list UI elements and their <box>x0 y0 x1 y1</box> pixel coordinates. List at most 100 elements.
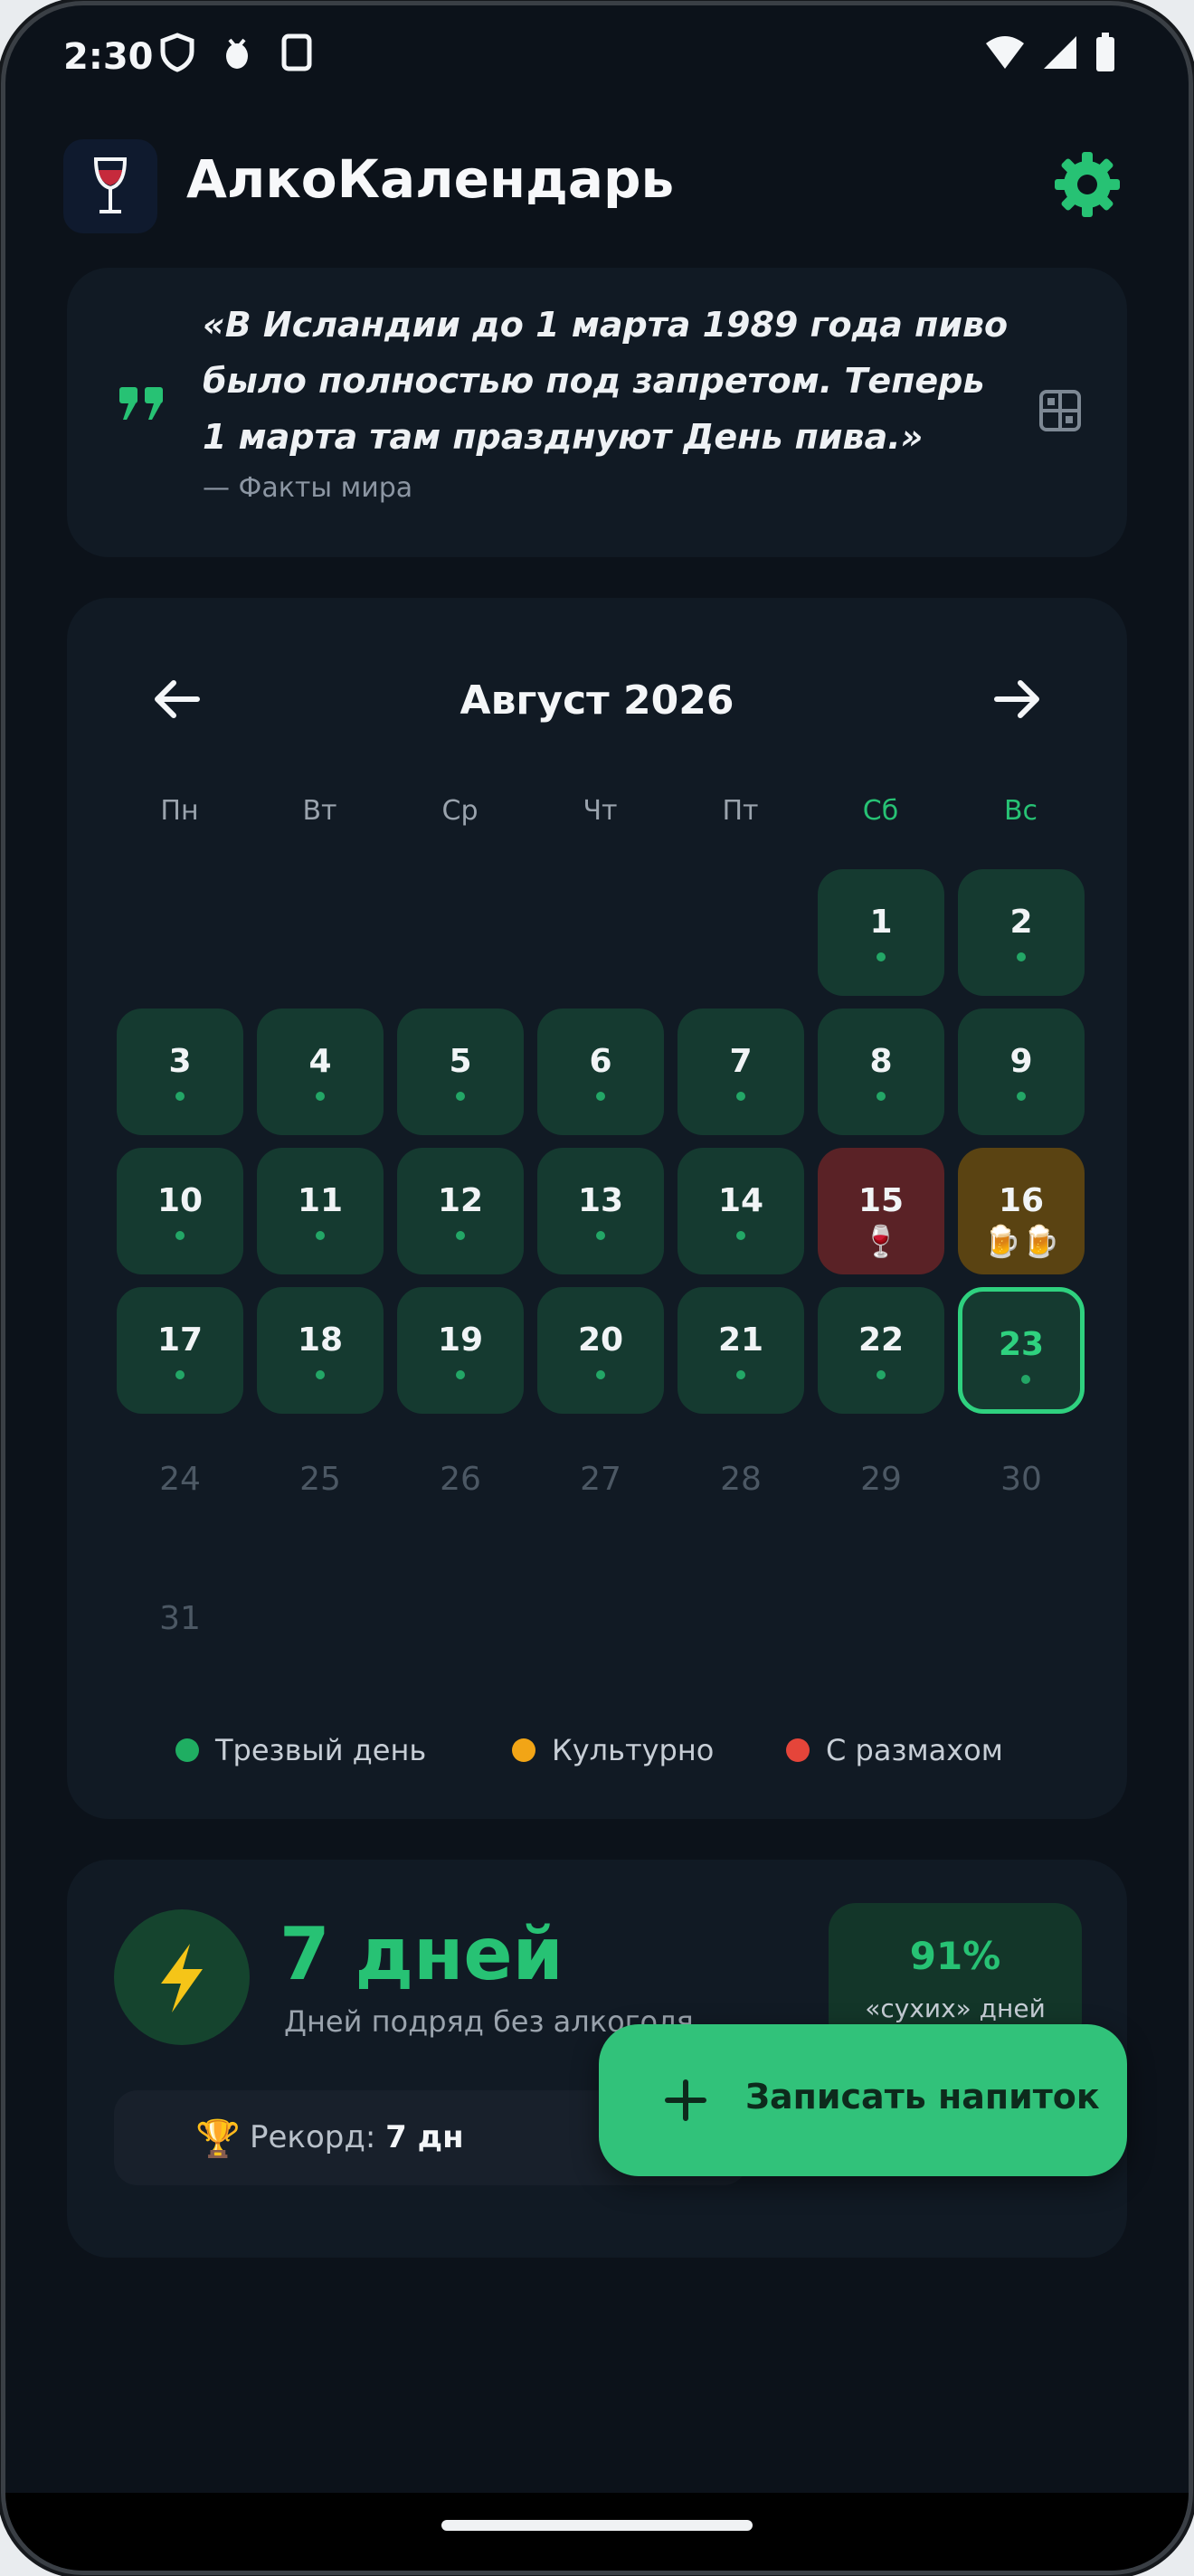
day-dot <box>877 1370 886 1379</box>
quote-mark-icon <box>119 387 163 420</box>
dry-days-percent: 91% <box>909 1934 1001 1978</box>
calendar-day[interactable]: 26 <box>397 1426 524 1553</box>
legend-dot <box>512 1738 535 1762</box>
day-number: 12 <box>437 1182 484 1219</box>
day-number: 5 <box>449 1043 472 1080</box>
settings-gear-icon[interactable] <box>1049 147 1125 223</box>
day-dot <box>316 1092 325 1101</box>
wifi-icon <box>986 36 1024 69</box>
grid-icon[interactable] <box>1038 389 1082 432</box>
calendar-day[interactable]: 9 <box>958 1009 1085 1135</box>
calendar-day[interactable]: 21 <box>678 1287 804 1414</box>
day-number: 25 <box>299 1461 341 1498</box>
day-number: 27 <box>580 1461 621 1498</box>
day-number: 13 <box>577 1182 624 1219</box>
dry-days-label: «сухих» дней <box>865 1994 1046 2023</box>
calendar-day[interactable]: 22 <box>818 1287 944 1414</box>
shield-icon <box>160 33 194 72</box>
day-dot <box>1017 952 1026 961</box>
legend-item-sober: Трезвый день <box>175 1733 426 1767</box>
weekday-label: Ср <box>441 795 479 827</box>
calendar-day[interactable]: 24 <box>117 1426 243 1553</box>
day-dot <box>456 1092 465 1101</box>
calendar-day[interactable]: 18 <box>257 1287 384 1414</box>
legend-dot <box>175 1738 199 1762</box>
add-drink-label: Записать напиток <box>745 2077 1100 2117</box>
day-dot <box>175 1231 185 1240</box>
navigation-bar <box>5 2493 1189 2571</box>
day-number: 4 <box>308 1043 332 1080</box>
day-dot <box>736 1092 745 1101</box>
day-number: 1 <box>869 904 893 941</box>
calendar-day[interactable]: 5 <box>397 1009 524 1135</box>
signal-icon <box>1044 36 1076 69</box>
calendar-day[interactable]: 14 <box>678 1148 804 1274</box>
day-number: 14 <box>717 1182 764 1219</box>
app-bar: АлкоКалендарь <box>5 123 1189 250</box>
streak-value: 7 дней <box>280 1912 564 1996</box>
day-number: 20 <box>577 1321 624 1359</box>
record-value: 7 дн <box>385 2119 464 2155</box>
quote-source: — Факты мира <box>203 472 413 504</box>
lightning-bolt-icon <box>161 1944 203 2012</box>
day-number: 30 <box>1000 1461 1042 1498</box>
day-dot <box>456 1370 465 1379</box>
calendar-day[interactable]: 17 <box>117 1287 243 1414</box>
calendar-day[interactable]: 27 <box>537 1426 664 1553</box>
calendar-day[interactable]: 16 🍺🍺 <box>958 1148 1085 1274</box>
day-number: 17 <box>156 1321 204 1359</box>
day-dot <box>877 952 886 961</box>
bug-icon <box>226 38 248 69</box>
status-notification-icons <box>159 33 315 72</box>
drink-emoji: 🍷 <box>861 1224 901 1260</box>
calendar-day[interactable]: 4 <box>257 1009 384 1135</box>
calendar-legend: Трезвый день Культурно С размахом <box>67 1733 1127 1778</box>
calendar-day[interactable]: 20 <box>537 1287 664 1414</box>
day-dot <box>736 1370 745 1379</box>
calendar-day[interactable]: 19 <box>397 1287 524 1414</box>
streak-badge <box>114 1909 250 2045</box>
gesture-handle[interactable] <box>441 2520 753 2531</box>
calendar-day[interactable]: 28 <box>678 1426 804 1553</box>
day-number: 18 <box>297 1321 344 1359</box>
calendar-day[interactable]: 1 <box>818 869 944 996</box>
plus-icon <box>665 2079 706 2121</box>
month-title: Август 2026 <box>460 677 734 724</box>
calendar-day[interactable]: 10 <box>117 1148 243 1274</box>
calendar-day[interactable]: 3 <box>117 1009 243 1135</box>
record-text: Рекорд: 7 дн <box>250 2119 464 2155</box>
day-dot <box>877 1092 886 1101</box>
calendar-day[interactable]: 2 <box>958 869 1085 996</box>
calendar-day[interactable]: 8 <box>818 1009 944 1135</box>
calendar-day[interactable]: 7 <box>678 1009 804 1135</box>
calendar-day[interactable]: 30 <box>958 1426 1085 1553</box>
day-number: 24 <box>159 1461 201 1498</box>
calendar-day[interactable]: 25 <box>257 1426 384 1553</box>
calendar-day[interactable]: 11 <box>257 1148 384 1274</box>
day-number: 7 <box>729 1043 753 1080</box>
calendar-day[interactable]: 6 <box>537 1009 664 1135</box>
next-month-arrow-icon[interactable] <box>988 670 1046 728</box>
day-dot <box>456 1231 465 1240</box>
calendar-card: Август 2026 Пн Вт Ср Чт Пт Сб Вс 1 2 3 4 5 6 7 8 9 10 11… <box>67 598 1127 1819</box>
add-drink-button[interactable]: Записать напиток <box>599 2024 1127 2176</box>
day-number: 23 <box>998 1326 1045 1363</box>
day-number: 28 <box>720 1461 762 1498</box>
day-number: 2 <box>1009 904 1033 941</box>
tablet-icon <box>281 33 312 71</box>
legend-dot <box>786 1738 810 1762</box>
weekday-label: Вс <box>1003 795 1038 827</box>
calendar-day[interactable]: 29 <box>818 1426 944 1553</box>
trophy-icon: 🏆 <box>195 2118 241 2160</box>
calendar-day[interactable]: 12 <box>397 1148 524 1274</box>
day-number: 26 <box>440 1461 481 1498</box>
day-number: 31 <box>159 1600 201 1637</box>
weekday-label: Вт <box>302 795 337 827</box>
day-number: 8 <box>869 1043 893 1080</box>
calendar-day[interactable]: 15 🍷 <box>818 1148 944 1274</box>
legend-label: Трезвый день <box>215 1733 427 1767</box>
calendar-day[interactable]: 31 <box>117 1566 243 1692</box>
calendar-day[interactable]: 23 <box>958 1287 1085 1414</box>
calendar-day[interactable]: 13 <box>537 1148 664 1274</box>
day-number: 9 <box>1009 1043 1033 1080</box>
